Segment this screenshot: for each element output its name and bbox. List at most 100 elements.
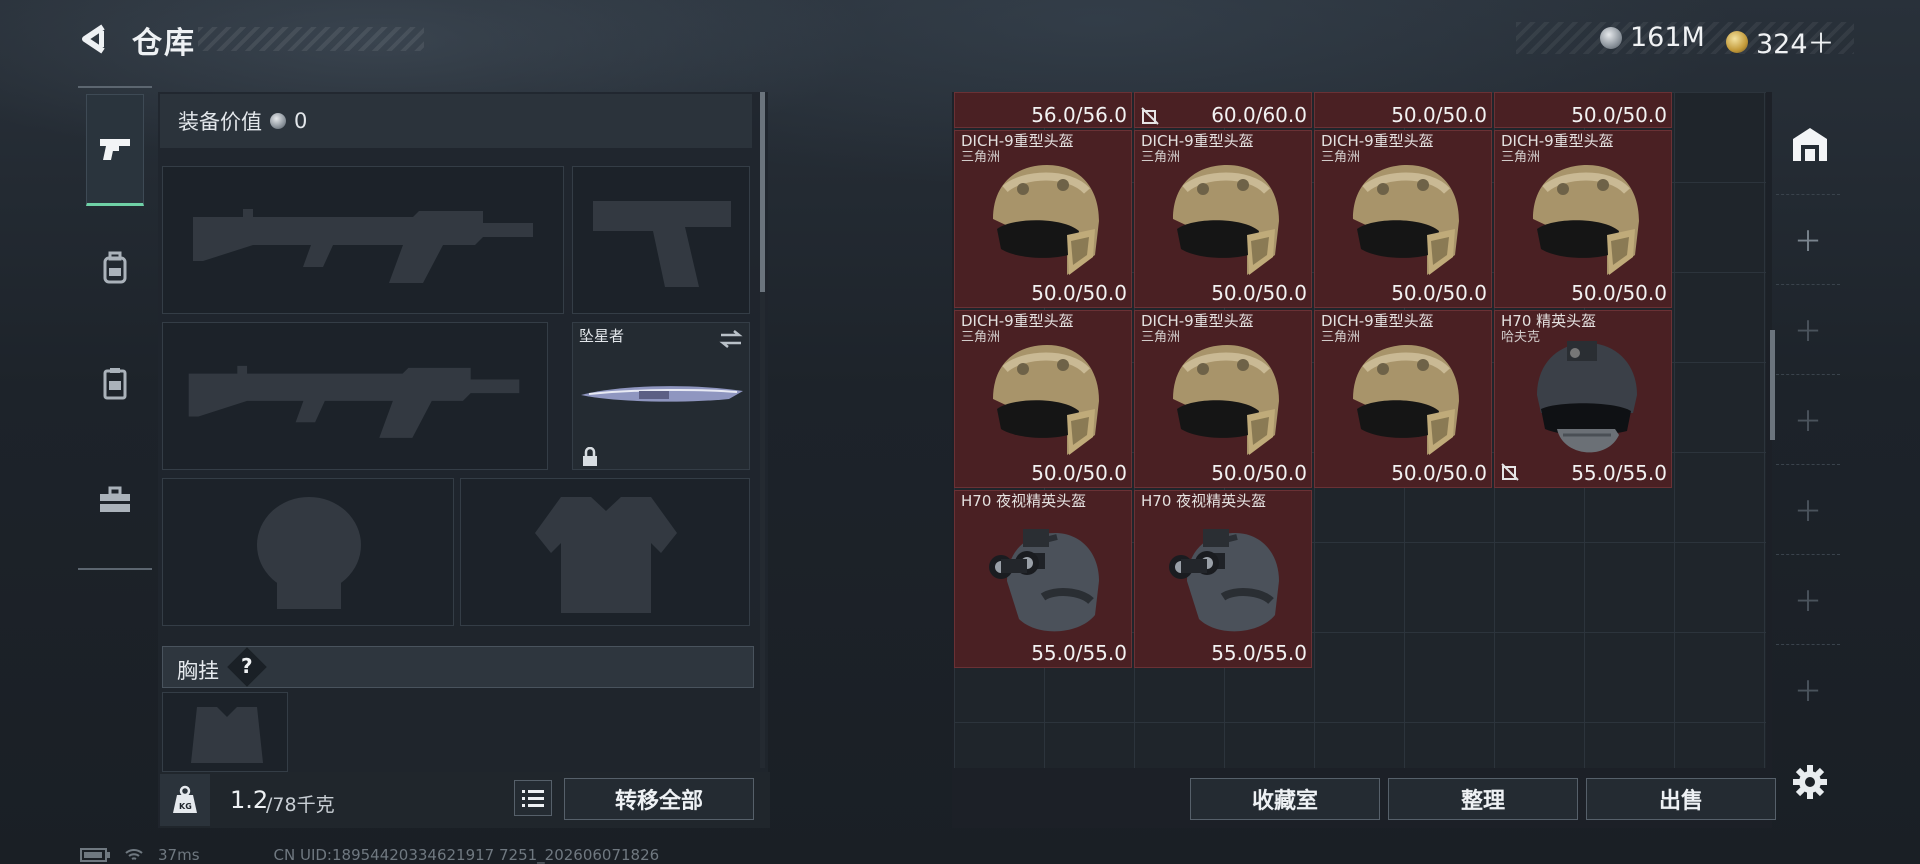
helmet-icon <box>1353 165 1459 275</box>
tab-weapons[interactable] <box>86 94 144 206</box>
container-tab-storage[interactable] <box>1788 122 1832 166</box>
collection-room-button[interactable]: 收藏室 <box>1190 778 1380 820</box>
storage-item-partial[interactable]: 60.0/60.0 <box>1134 92 1312 128</box>
helmet-slot[interactable] <box>162 478 454 626</box>
item-brand: 三角洲 <box>1501 150 1541 165</box>
equipment-value-label: 装备价值 <box>178 110 262 134</box>
title-decoration <box>198 27 424 51</box>
settings-button[interactable] <box>1792 764 1828 800</box>
gear-icon <box>1793 765 1827 799</box>
token-amount: 324＋ <box>1756 29 1835 60</box>
sort-button[interactable]: 整理 <box>1388 778 1578 820</box>
knife-icon <box>581 386 743 402</box>
rifle-silhouette-icon <box>193 209 533 283</box>
add-container-button[interactable]: ＋ <box>1776 194 1840 284</box>
helmet-icon <box>993 345 1099 455</box>
melee-slot[interactable]: 坠星者 <box>572 322 750 470</box>
sell-button[interactable]: 出售 <box>1586 778 1776 820</box>
tab-supplies[interactable] <box>86 444 144 556</box>
storage-item[interactable]: DICH-9重型头盔 三角洲 50.0/50.0 <box>1314 310 1492 488</box>
storage-item[interactable]: H70 夜视精英头盔 55.0/55.0 <box>954 490 1132 668</box>
storage-item[interactable]: DICH-9重型头盔 三角洲 50.0/50.0 <box>954 310 1132 488</box>
item-name: H70 精英头盔 <box>1501 312 1597 330</box>
storage-item-partial[interactable]: 56.0/56.0 <box>954 92 1132 128</box>
helmet-icon <box>1353 345 1459 455</box>
item-durability: 55.0/55.0 <box>1571 461 1667 485</box>
add-container-slot: ＋ <box>1776 554 1840 644</box>
item-name: H70 夜视精英头盔 <box>1141 492 1267 510</box>
helmet-icon <box>1173 165 1279 275</box>
weight-current: 1.2 <box>230 786 269 814</box>
storage-item-partial[interactable]: 50.0/50.0 <box>1494 92 1672 128</box>
status-bar: 37ms CN UID:18954420334621917 7251_20260… <box>80 846 659 864</box>
primary-weapon-slot[interactable] <box>162 166 564 314</box>
page-title: 仓库 <box>132 26 196 61</box>
item-name: DICH-9重型头盔 <box>1501 132 1614 150</box>
rig-silhouette-icon <box>191 707 263 763</box>
item-name: DICH-9重型头盔 <box>961 312 1074 330</box>
item-durability: 50.0/50.0 <box>1391 281 1487 305</box>
currency-coins[interactable]: 161M <box>1600 22 1705 53</box>
secondary-weapon-slot[interactable] <box>162 322 548 470</box>
back-button[interactable] <box>76 20 112 58</box>
help-icon[interactable]: ? <box>241 654 253 678</box>
storage-item[interactable]: DICH-9重型头盔 三角洲 50.0/50.0 <box>1314 130 1492 308</box>
nvg-helmet-icon <box>1169 529 1279 632</box>
item-durability: 50.0/50.0 <box>1211 461 1307 485</box>
storage-item[interactable]: DICH-9重型头盔 三角洲 50.0/50.0 <box>1134 130 1312 308</box>
item-durability: 50.0/50.0 <box>1031 461 1127 485</box>
tab-vest[interactable] <box>86 328 144 440</box>
storage-item-partial[interactable]: 50.0/50.0 <box>1314 92 1492 128</box>
weight-max: /78千克 <box>266 794 335 816</box>
tab-backpack[interactable] <box>86 212 144 324</box>
helmet-icon <box>1537 341 1637 453</box>
storage-item[interactable]: DICH-9重型头盔 三角洲 50.0/50.0 <box>1134 310 1312 488</box>
storage-scrollbar-thumb[interactable] <box>1770 330 1775 440</box>
loadout-scrollbar-thumb[interactable] <box>760 92 765 292</box>
pistol-icon <box>100 139 130 160</box>
storage-item[interactable]: DICH-9重型头盔 三角洲 50.0/50.0 <box>954 130 1132 308</box>
equipment-value-amount: 0 <box>294 109 308 133</box>
item-durability: 56.0/56.0 <box>1031 103 1127 127</box>
storage-item[interactable]: H70 夜视精英头盔 55.0/55.0 <box>1134 490 1312 668</box>
item-durability: 60.0/60.0 <box>1211 103 1307 127</box>
storage-item[interactable]: H70 精英头盔 哈夫克 55.0/55.0 <box>1494 310 1672 488</box>
pistol-slot[interactable] <box>572 166 750 314</box>
category-nav <box>78 86 152 570</box>
item-durability: 55.0/55.0 <box>1031 641 1127 665</box>
add-container-slot: ＋ <box>1776 284 1840 374</box>
storage-item[interactable]: DICH-9重型头盔 三角洲 50.0/50.0 <box>1494 130 1672 308</box>
nvg-helmet-icon <box>989 529 1099 632</box>
item-brand: 哈夫克 <box>1501 330 1541 345</box>
rifle-silhouette-icon <box>188 365 520 438</box>
item-brand: 三角洲 <box>1321 330 1361 345</box>
wifi-icon <box>125 849 143 860</box>
swap-icon[interactable] <box>719 329 743 349</box>
backpack-icon <box>103 251 127 284</box>
toolbox-icon <box>100 486 130 512</box>
add-container-slot: ＋ <box>1776 374 1840 464</box>
melee-name: 坠星者 <box>579 327 625 345</box>
item-durability: 50.0/50.0 <box>1031 281 1127 305</box>
chest-rig-slot[interactable] <box>162 692 288 772</box>
coin-amount: 161M <box>1630 22 1705 53</box>
list-icon <box>522 790 544 807</box>
add-container-slot: ＋ <box>1776 464 1840 554</box>
item-name: DICH-9重型头盔 <box>1321 312 1434 330</box>
item-durability: 50.0/50.0 <box>1571 103 1667 127</box>
token-icon <box>1726 30 1748 53</box>
uid-text: CN UID:18954420334621917 7251_2026060718… <box>273 846 660 864</box>
item-durability: 55.0/55.0 <box>1211 641 1307 665</box>
item-brand: 三角洲 <box>961 330 1001 345</box>
item-name: DICH-9重型头盔 <box>1141 312 1254 330</box>
item-name: DICH-9重型头盔 <box>1141 132 1254 150</box>
add-container-slot: ＋ <box>1776 644 1840 734</box>
currency-tokens[interactable]: 324＋ <box>1726 22 1835 61</box>
chest-rig-label: 胸挂 <box>177 659 219 683</box>
transfer-all-button[interactable]: 转移全部 <box>564 778 754 820</box>
chest-rig-header: 胸挂 ? <box>162 646 754 688</box>
item-name: DICH-9重型头盔 <box>1321 132 1434 150</box>
armor-slot[interactable] <box>460 478 750 626</box>
coin-icon <box>270 113 286 129</box>
list-view-button[interactable] <box>514 780 552 816</box>
